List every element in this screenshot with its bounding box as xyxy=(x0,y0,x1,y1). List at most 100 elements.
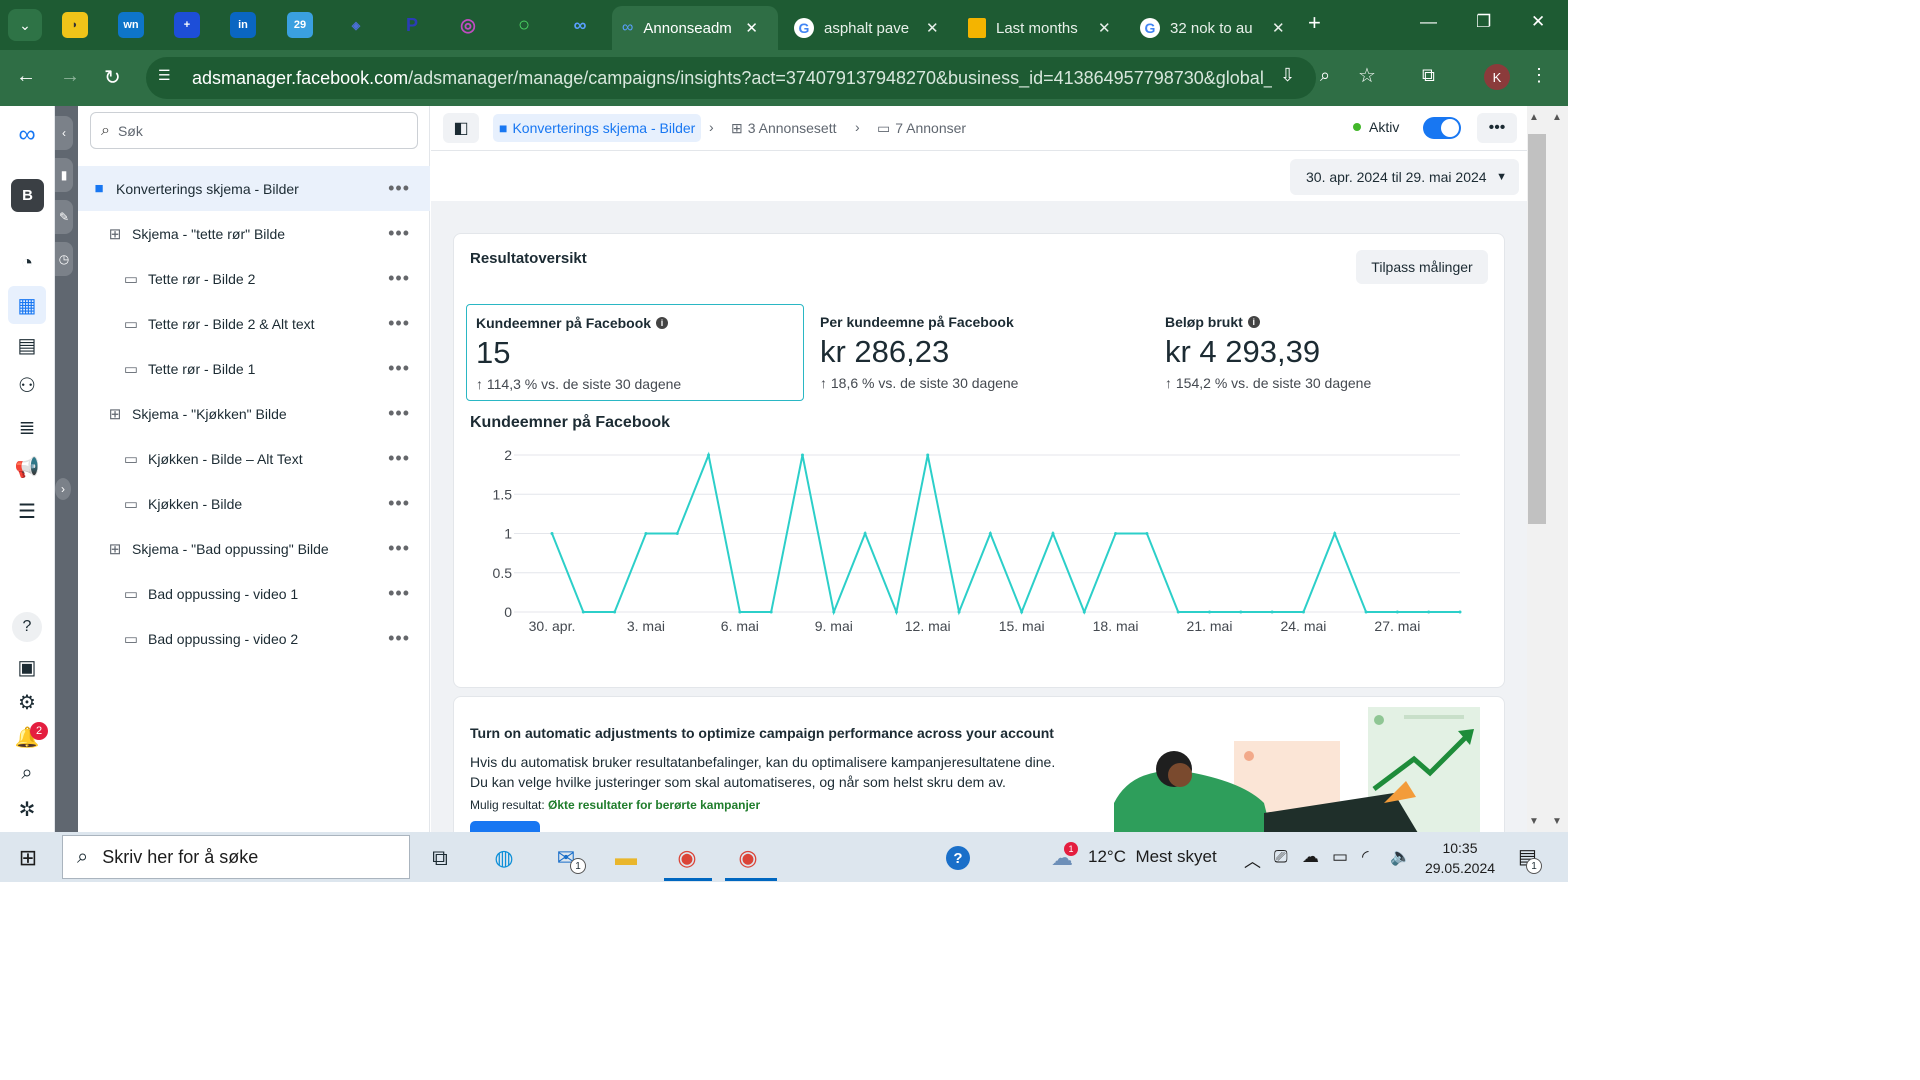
more-options-icon[interactable]: ••• xyxy=(388,403,410,424)
windows-start-icon[interactable]: ⊞ xyxy=(12,842,44,874)
forward-button[interactable]: → xyxy=(60,65,80,88)
breadcrumb-campaign[interactable]: ■ Konverterings skjema - Bilder xyxy=(493,114,702,142)
tree-item-adset[interactable]: ⊞ Skjema - "Kjøkken" Bilde ••• xyxy=(78,391,430,436)
history-icon[interactable]: ◷ xyxy=(55,242,73,276)
settings-gear-icon[interactable]: ⚙ xyxy=(12,687,42,717)
install-app-icon[interactable]: ⇩ xyxy=(1280,65,1295,86)
news-icon[interactable]: ▣ xyxy=(12,652,42,682)
wifi-icon[interactable]: ◜ xyxy=(1362,847,1369,867)
pinned-tab-3[interactable]: + xyxy=(174,12,200,38)
close-icon[interactable]: ✕ xyxy=(1098,19,1111,37)
volume-icon[interactable]: 🔈 xyxy=(1390,847,1411,867)
tree-item-adset[interactable]: ⊞ Skjema - "Bad oppussing" Bilde ••• xyxy=(78,526,430,571)
extensions-icon[interactable]: ⧉ xyxy=(1422,65,1435,86)
dashboard-icon[interactable]: ◔ xyxy=(12,248,42,278)
more-options-icon[interactable]: ••• xyxy=(388,223,410,244)
reports-icon[interactable]: ▤ xyxy=(12,330,42,360)
account-switcher[interactable]: B xyxy=(11,179,44,212)
edit-pencil-icon[interactable]: ✎ xyxy=(55,200,73,234)
chart-icon[interactable]: ▮ xyxy=(55,158,73,192)
file-explorer-icon[interactable]: ▬ xyxy=(610,842,642,874)
restore-button[interactable]: ❐ xyxy=(1476,12,1491,32)
taskbar-search-input[interactable]: ⌕ Skriv her for å søke xyxy=(62,835,410,879)
panel-toggle-icon[interactable]: ◧ xyxy=(443,113,479,143)
meta-logo-icon[interactable]: ∞ xyxy=(12,120,42,150)
metric-amount-spent[interactable]: Beløp brukt i kr 4 293,39 ↑ 154,2 % vs. d… xyxy=(1156,304,1494,401)
more-options-icon[interactable]: ••• xyxy=(388,313,410,334)
info-icon[interactable]: i xyxy=(656,317,669,329)
task-view-icon[interactable]: ⧉ xyxy=(424,842,456,874)
close-icon[interactable]: ✕ xyxy=(926,19,939,37)
taskbar-clock[interactable]: 10:35 29.05.2024 xyxy=(1424,838,1496,878)
collapse-chevron-icon[interactable]: ‹ xyxy=(55,116,73,150)
more-options-icon[interactable]: ••• xyxy=(388,583,410,604)
more-options-icon[interactable]: ••• xyxy=(388,628,410,649)
tree-item-ad[interactable]: ▭ Tette rør - Bilde 2 ••• xyxy=(78,256,430,301)
pinned-tab-2[interactable]: wn xyxy=(118,12,144,38)
scroll-down-icon[interactable]: ▼ xyxy=(1529,816,1539,827)
help-icon[interactable]: ? xyxy=(12,612,42,642)
profile-avatar[interactable]: K xyxy=(1484,64,1510,90)
bug-report-icon[interactable]: ✲ xyxy=(12,794,42,824)
site-settings-icon[interactable]: ☰ xyxy=(158,67,180,89)
more-options-icon[interactable]: ••• xyxy=(388,448,410,469)
all-tools-menu-icon[interactable]: ☰ xyxy=(12,496,42,526)
search-icon[interactable]: ⌕ xyxy=(12,758,42,788)
more-options-icon[interactable]: ••• xyxy=(388,358,410,379)
help-app-icon[interactable]: ? xyxy=(946,846,970,870)
meta-tab[interactable]: ∞ xyxy=(567,12,593,38)
tree-item-campaign[interactable]: ■ Konverterings skjema - Bilder ••• xyxy=(78,166,430,211)
chrome-profile-icon[interactable]: ◉ xyxy=(732,842,764,874)
edge-icon[interactable]: ◍ xyxy=(488,842,520,874)
tree-item-ad[interactable]: ▭ Tette rør - Bilde 2 & Alt text ••• xyxy=(78,301,430,346)
linkedin-tab[interactable]: in xyxy=(230,12,256,38)
tab-slides[interactable]: Last months ✕ xyxy=(958,6,1124,50)
billing-icon[interactable]: ≣ xyxy=(12,412,42,442)
pinned-tab-7[interactable]: P xyxy=(399,12,425,38)
metric-leads[interactable]: Kundeemner på Facebook i 15 ↑ 114,3 % vs.… xyxy=(466,304,804,401)
tree-search-input[interactable]: ⌕ Søk xyxy=(90,112,418,149)
more-options-button[interactable]: ••• xyxy=(1477,113,1517,143)
scrollbar-thumb[interactable] xyxy=(1528,134,1546,524)
browser-menu-icon[interactable]: ⋮ xyxy=(1530,65,1548,86)
tree-item-ad[interactable]: ▭ Bad oppussing - video 2 ••• xyxy=(78,616,430,661)
close-icon[interactable]: ✕ xyxy=(745,19,758,37)
battery-icon[interactable]: ▭ xyxy=(1332,847,1348,867)
url-text[interactable]: adsmanager.facebook.com/adsmanager/manag… xyxy=(192,68,1272,89)
tree-item-ad[interactable]: ▭ Tette rør - Bilde 1 ••• xyxy=(78,346,430,391)
tray-chevron-up-icon[interactable]: ︿ xyxy=(1244,847,1261,872)
more-options-icon[interactable]: ••• xyxy=(388,493,410,514)
onedrive-cloud-icon[interactable]: ☁ xyxy=(1302,847,1319,867)
info-icon[interactable]: i xyxy=(1247,316,1260,328)
pinned-tab-8[interactable]: ◎ xyxy=(455,12,481,38)
ads-megaphone-icon[interactable]: 📢 xyxy=(12,452,42,482)
scroll-down-icon[interactable]: ▼ xyxy=(1552,816,1562,827)
breadcrumb-ads[interactable]: ▭ 7 Annonser xyxy=(877,114,966,142)
chrome-icon[interactable]: ◉ xyxy=(671,842,703,874)
pinned-tab-6[interactable]: ◈ xyxy=(343,12,369,38)
tree-item-ad[interactable]: ▭ Kjøkken - Bilde ••• xyxy=(78,481,430,526)
breadcrumb-adsets[interactable]: ⊞ 3 Annonsesett xyxy=(731,114,836,142)
scroll-up-icon[interactable]: ▲ xyxy=(1529,112,1539,123)
date-range-picker[interactable]: 30. apr. 2024 til 29. mai 2024 ▼ xyxy=(1290,159,1519,195)
window-scrollbar[interactable]: ▲ ▼ xyxy=(1547,106,1568,832)
close-window-button[interactable]: ✕ xyxy=(1531,12,1545,32)
close-icon[interactable]: ✕ xyxy=(1272,19,1285,37)
pinned-tab-5[interactable]: 29 xyxy=(287,12,313,38)
campaigns-table-icon[interactable]: ▦ xyxy=(8,286,46,324)
new-tab-button[interactable]: + xyxy=(1308,10,1321,36)
scroll-up-icon[interactable]: ▲ xyxy=(1552,112,1562,123)
tab-ads-manager[interactable]: ∞ Annonseadm ✕ xyxy=(612,6,778,50)
audiences-icon[interactable]: ⚇ xyxy=(12,370,42,400)
omnibox[interactable]: ☰ adsmanager.facebook.com/adsmanager/man… xyxy=(146,57,1316,99)
tree-item-ad[interactable]: ▭ Bad oppussing - video 1 ••• xyxy=(78,571,430,616)
metric-cost-per-lead[interactable]: Per kundeemne på Facebook kr 286,23 ↑ 18… xyxy=(811,304,1149,401)
meet-now-icon[interactable]: ⎚ xyxy=(1274,847,1288,867)
pinned-tab-1[interactable]: ◗ xyxy=(62,12,88,38)
more-options-icon[interactable]: ••• xyxy=(388,178,410,199)
bookmark-star-icon[interactable]: ☆ xyxy=(1358,63,1376,88)
pinned-tab-9[interactable]: ○ xyxy=(511,12,537,38)
campaign-active-toggle[interactable] xyxy=(1423,117,1461,139)
tab-google-asphalt[interactable]: G asphalt pave ✕ xyxy=(784,6,950,50)
zoom-icon[interactable]: ⌕ xyxy=(1320,65,1330,86)
